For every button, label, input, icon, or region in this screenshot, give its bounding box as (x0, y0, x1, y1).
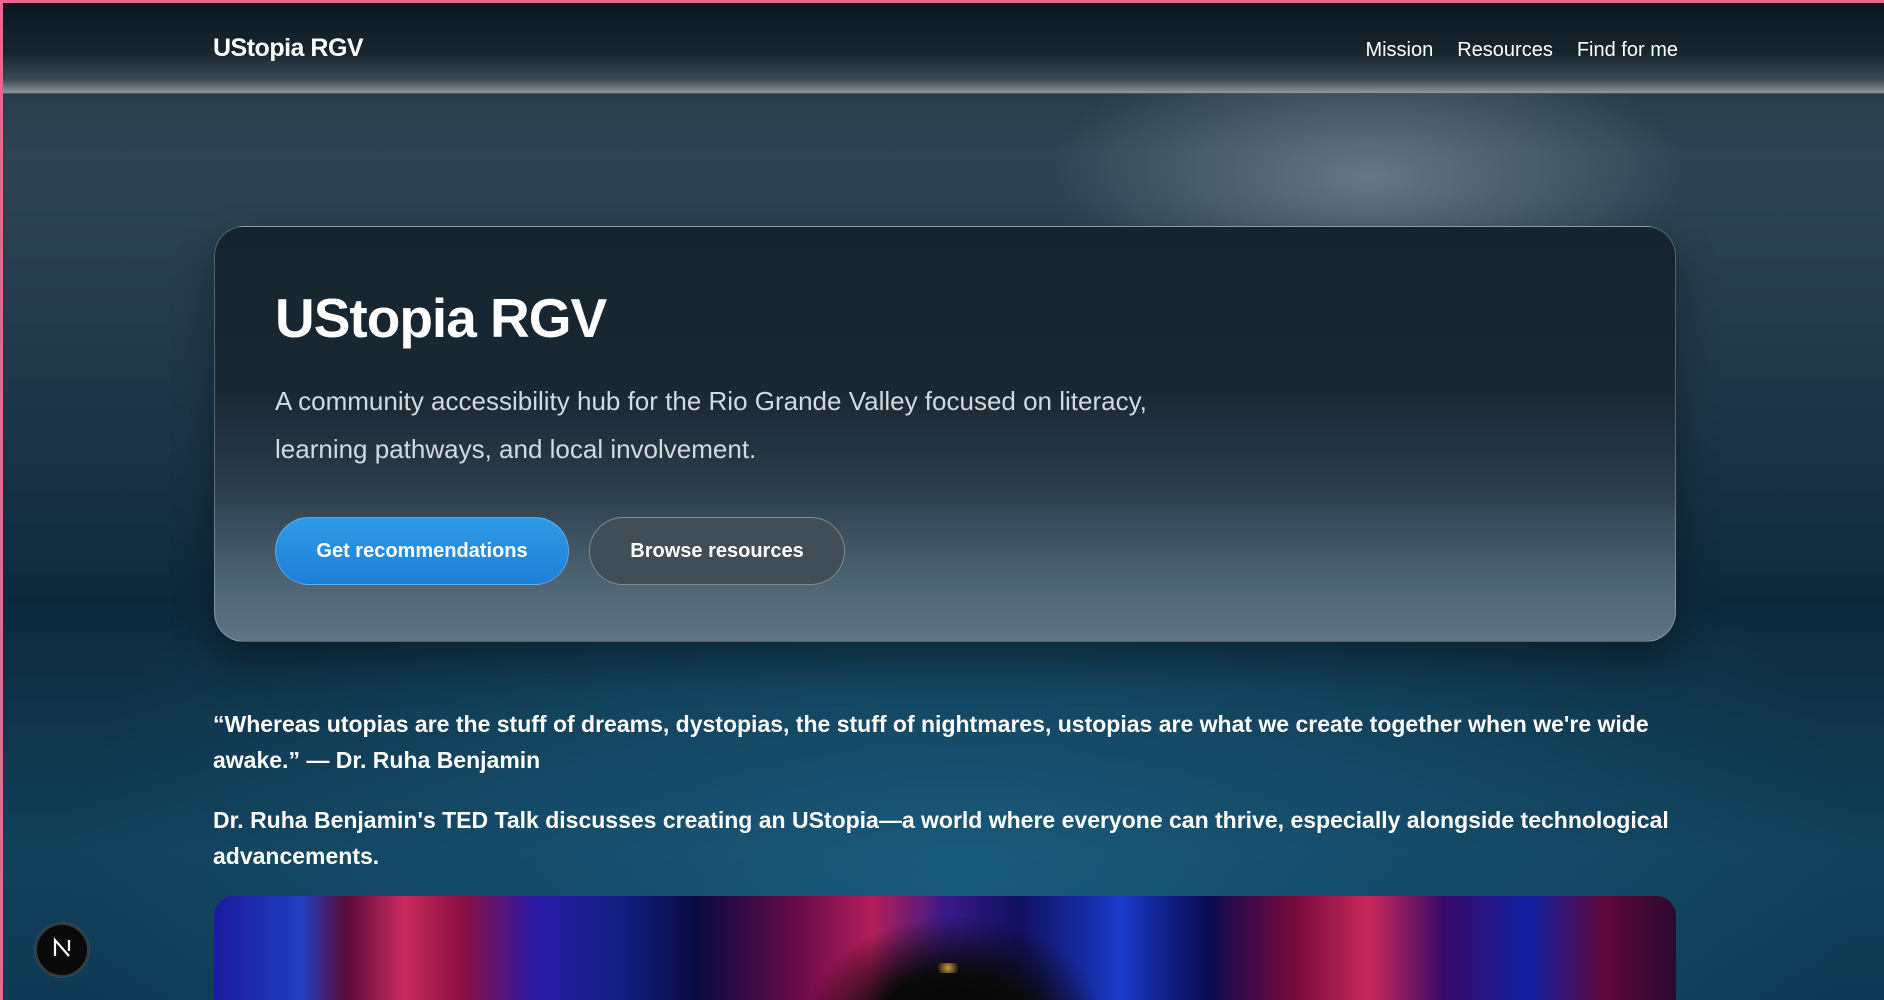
get-recommendations-button[interactable]: Get recommendations (275, 517, 569, 585)
nav-link-mission[interactable]: Mission (1365, 39, 1433, 62)
page: UStopia RGV Mission Resources Find for m… (3, 3, 1884, 1000)
ted-talk-video[interactable] (214, 896, 1676, 1000)
video-detail (933, 963, 963, 973)
hero-card: UStopia RGV A community accessibility hu… (214, 226, 1676, 642)
nav-link-resources[interactable]: Resources (1457, 39, 1553, 62)
ted-talk-description: Dr. Ruha Benjamin's TED Talk discusses c… (213, 807, 1669, 869)
main-nav: Mission Resources Find for me (1365, 39, 1678, 62)
benjamin-quote: “Whereas utopias are the stuff of dreams… (213, 711, 1649, 773)
brand-logo-link[interactable]: UStopia RGV (213, 34, 364, 63)
nextjs-dev-tools-button[interactable] (35, 923, 89, 977)
nextjs-logo-icon (50, 936, 74, 965)
hero-title: UStopia RGV (275, 287, 607, 349)
nav-link-find-for-me[interactable]: Find for me (1577, 39, 1678, 62)
browse-resources-button[interactable]: Browse resources (589, 517, 845, 585)
top-navbar: UStopia RGV Mission Resources Find for m… (3, 3, 1884, 94)
hero-description: A community accessibility hub for the Ri… (275, 386, 1147, 464)
